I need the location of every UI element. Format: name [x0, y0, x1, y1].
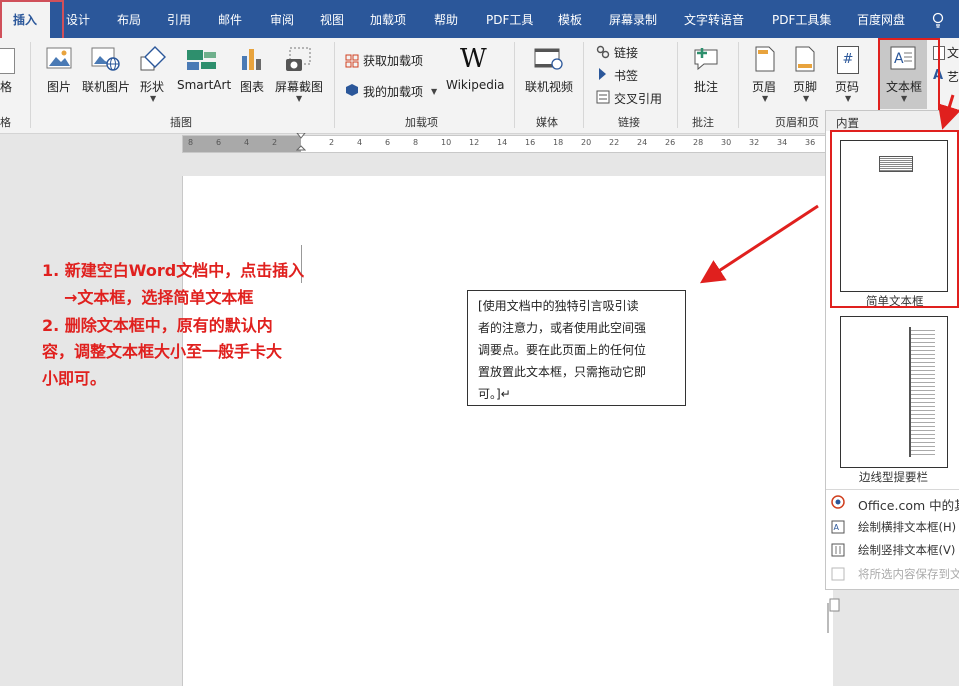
annotation-arrows: [699, 94, 959, 284]
arrow-to-textbox: [699, 204, 819, 284]
arrow-to-gallery: [937, 94, 959, 130]
anchor-icon: [827, 595, 841, 635]
